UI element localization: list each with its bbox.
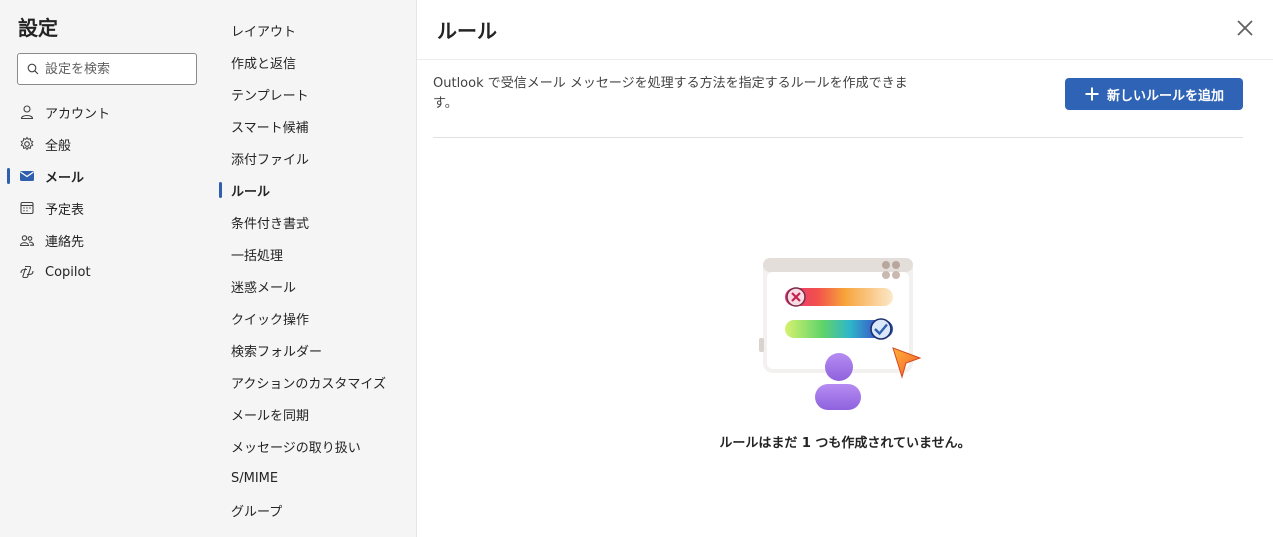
mail-section-templates[interactable]: テンプレート — [216, 78, 416, 110]
nav-item-label: Copilot — [45, 264, 91, 280]
rules-pane: ルール Outlook で受信メール メッセージを処理する方法を指定するルールを… — [417, 0, 1273, 537]
mail-section-layout[interactable]: レイアウト — [216, 14, 416, 46]
add-new-rule-label: 新しいルールを追加 — [1106, 88, 1224, 104]
copilot-icon — [19, 264, 35, 280]
page-title: ルール — [437, 19, 497, 43]
mail-section-attachments[interactable]: 添付ファイル — [216, 142, 416, 174]
nav-item-calendar[interactable]: 予定表 — [0, 192, 216, 224]
mail-section-smime[interactable]: S/MIME — [216, 462, 416, 494]
mail-section-junk[interactable]: 迷惑メール — [216, 270, 416, 302]
mail-section-sync[interactable]: メールを同期 — [216, 398, 416, 430]
rules-description: Outlook で受信メール メッセージを処理する方法を指定するルールを作成でき… — [433, 76, 908, 111]
mail-section-groups[interactable]: グループ — [216, 494, 416, 526]
nav-item-label: メール — [45, 170, 85, 186]
rules-header: ルール — [417, 0, 1273, 60]
nav-item-copilot[interactable]: Copilot — [0, 256, 216, 288]
close-icon — [1237, 20, 1253, 36]
add-new-rule-button[interactable]: 新しいルールを追加 — [1065, 78, 1243, 110]
settings-search-box[interactable] — [17, 53, 197, 85]
nav-item-label: 全般 — [45, 138, 72, 154]
empty-rules-illustration — [759, 258, 922, 410]
divider — [433, 137, 1243, 138]
settings-nav-pane: 設定 アカウント 全般 メール 予定表 連絡先 Copilot — [0, 0, 216, 537]
gear-icon — [19, 136, 35, 152]
mail-section-rules[interactable]: ルール — [216, 174, 416, 206]
nav-item-label: アカウント — [45, 106, 111, 122]
nav-item-general[interactable]: 全般 — [0, 128, 216, 160]
nav-item-mail[interactable]: メール — [0, 160, 216, 192]
mail-section-sweep[interactable]: 一括処理 — [216, 238, 416, 270]
mail-section-search-folders[interactable]: 検索フォルダー — [216, 334, 416, 366]
people-icon — [19, 232, 35, 248]
search-icon — [27, 63, 39, 75]
mail-icon — [19, 168, 35, 184]
close-button[interactable] — [1234, 17, 1256, 39]
nav-item-label: 連絡先 — [45, 234, 85, 250]
settings-title: 設定 — [18, 16, 58, 40]
person-icon — [19, 104, 35, 120]
calendar-icon — [19, 200, 35, 216]
empty-rules-message: ルールはまだ 1 つも作成されていません。 — [719, 436, 971, 451]
mail-section-quick-steps[interactable]: クイック操作 — [216, 302, 416, 334]
settings-nav: アカウント 全般 メール 予定表 連絡先 Copilot — [0, 96, 216, 288]
mail-settings-pane: レイアウト 作成と返信 テンプレート スマート候補 添付ファイル ルール 条件付… — [216, 0, 417, 537]
plus-icon — [1085, 87, 1099, 101]
mail-section-message-handling[interactable]: メッセージの取り扱い — [216, 430, 416, 462]
settings-search-input[interactable] — [45, 61, 185, 77]
nav-item-account[interactable]: アカウント — [0, 96, 216, 128]
mail-section-smart-suggestions[interactable]: スマート候補 — [216, 110, 416, 142]
mail-settings-list: レイアウト 作成と返信 テンプレート スマート候補 添付ファイル ルール 条件付… — [216, 14, 416, 526]
mail-section-compose-reply[interactable]: 作成と返信 — [216, 46, 416, 78]
mail-section-conditional-formatting[interactable]: 条件付き書式 — [216, 206, 416, 238]
nav-item-label: 予定表 — [45, 202, 85, 218]
nav-item-contacts[interactable]: 連絡先 — [0, 224, 216, 256]
mail-section-customize-actions[interactable]: アクションのカスタマイズ — [216, 366, 416, 398]
